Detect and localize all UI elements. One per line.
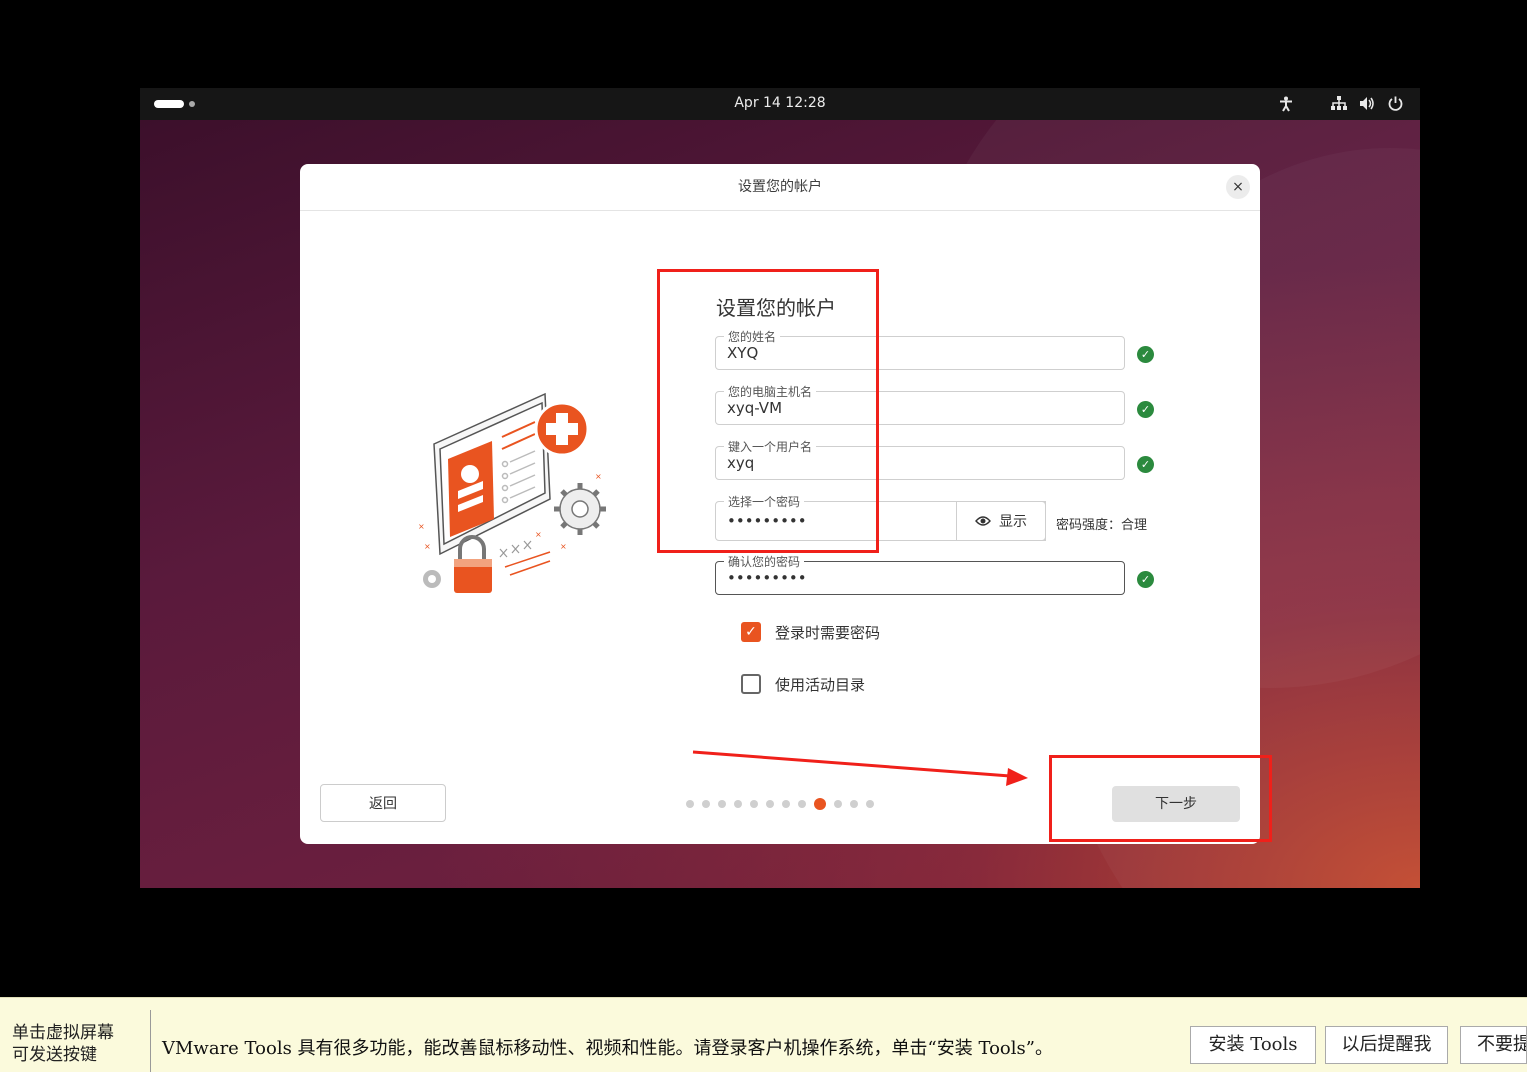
active-directory-label[interactable]: 使用活动目录 [775,674,865,695]
valid-check-icon: ✓ [1137,346,1154,363]
step-dot [782,800,790,808]
click-hint: 单击虚拟屏幕 可发送按键 [12,1023,114,1065]
valid-check-icon: ✓ [1137,456,1154,473]
confirm-password-label: 确认您的密码 [724,553,805,570]
active-directory-checkbox[interactable] [741,674,761,694]
step-dot [750,800,758,808]
separator [150,1010,151,1072]
step-dot [798,800,806,808]
clock[interactable]: Apr 14 12:28 [140,95,1420,111]
svg-text:×: × [535,530,542,539]
step-indicator [686,798,874,810]
accessibility-icon[interactable] [1279,96,1293,112]
show-password-label: 显示 [999,514,1027,530]
gnome-top-bar: Apr 14 12:28 [140,88,1420,120]
back-button[interactable]: 返回 [320,784,446,822]
account-illustration: × × × × × [418,392,606,593]
dialog-title: 设置您的帐户 [300,164,1260,211]
step-dot [834,800,842,808]
step-dot [866,800,874,808]
step-dot [718,800,726,808]
valid-check-icon: ✓ [1137,401,1154,418]
remind-later-button[interactable]: 以后提醒我 [1325,1026,1448,1064]
step-dot [686,800,694,808]
confirm-password-value[interactable]: ••••••••• [727,569,807,587]
vmware-tools-bar: 单击虚拟屏幕 可发送按键 VMware Tools 具有很多功能，能改善鼠标移动… [0,997,1527,1072]
annotation-box-form [657,269,879,553]
svg-text:×: × [424,542,431,551]
power-icon[interactable] [1388,96,1403,111]
valid-check-icon: ✓ [1137,571,1154,588]
password-strength: 密码强度：合理 [1056,518,1148,533]
svg-text:×: × [560,542,567,551]
step-dot [850,800,858,808]
svg-text:×: × [595,472,602,481]
volume-icon[interactable] [1359,96,1375,111]
step-dot [766,800,774,808]
require-password-checkbox[interactable]: ✓ [741,622,761,642]
svg-text:×: × [418,522,425,531]
vmware-tools-message: VMware Tools 具有很多功能，能改善鼠标移动性、视频和性能。请登录客户… [162,1038,1053,1059]
annotation-box-next [1049,755,1272,842]
confirm-password-field[interactable]: 确认您的密码 ••••••••• [715,553,1125,595]
never-remind-button[interactable]: 不要提醒 [1460,1026,1527,1064]
annotation-arrow [692,750,1028,786]
show-password-button[interactable]: 显示 [956,501,1046,541]
step-dot [734,800,742,808]
network-icon[interactable] [1331,96,1347,111]
eye-icon [975,516,991,526]
step-dot [702,800,710,808]
require-password-label[interactable]: 登录时需要密码 [775,622,880,643]
close-button[interactable]: × [1226,175,1250,199]
install-tools-button[interactable]: 安装 Tools [1190,1026,1316,1064]
step-dot-current [814,798,826,810]
